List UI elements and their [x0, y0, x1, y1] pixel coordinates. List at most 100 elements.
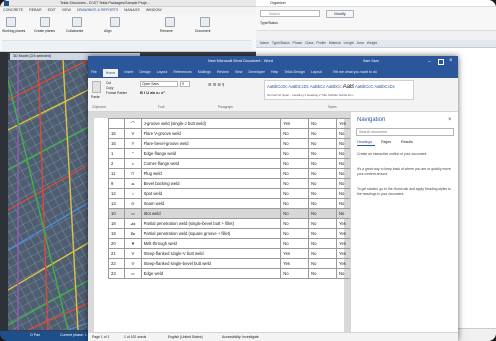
cell-col2[interactable]: No [308, 188, 338, 199]
row-number[interactable]: 23 [107, 268, 126, 279]
minimize-icon[interactable]: – [428, 59, 434, 65]
working-planes-icon[interactable] [6, 17, 16, 27]
cell-col1[interactable]: No [280, 208, 310, 219]
weld-name[interactable]: J-groove weld (single-J butt weld) [140, 118, 282, 129]
cell-col1[interactable]: Yes [280, 248, 310, 259]
col-profile[interactable]: Profile [316, 41, 326, 45]
organizer-search-input[interactable]: Search [260, 10, 320, 17]
row-number[interactable]: 11 [107, 168, 126, 179]
cell-col1[interactable]: No [280, 238, 310, 249]
tab-view[interactable]: View [235, 70, 243, 74]
paste-icon[interactable] [92, 81, 101, 93]
cell-col1[interactable]: No [280, 268, 310, 279]
col-type[interactable]: Type/Status [272, 41, 290, 45]
tab-insert[interactable]: Insert [124, 70, 133, 74]
cell-col3[interactable]: No [336, 128, 350, 139]
row-number[interactable]: 16 [107, 128, 126, 139]
create-planes-icon[interactable] [40, 17, 50, 27]
tab-file[interactable]: File [91, 70, 97, 74]
tab-design[interactable]: Design [139, 70, 150, 74]
col-area[interactable]: Area [357, 41, 364, 45]
weld-symbol[interactable]: ⊿▸ [124, 218, 142, 229]
navigation-close-icon[interactable]: × [448, 117, 454, 123]
cell-col2[interactable]: No [308, 268, 338, 279]
cell-col2[interactable]: No [308, 138, 338, 149]
cell-col1[interactable]: No [280, 198, 310, 209]
col-phase[interactable]: Phase [293, 41, 303, 45]
cell-col3[interactable]: No [336, 208, 350, 219]
row-number[interactable]: 21 [107, 248, 126, 259]
col-length[interactable]: Length [344, 41, 354, 45]
close-icon[interactable]: × [449, 58, 455, 64]
style-preview-no-spacing[interactable]: AaBbCcDc [288, 84, 308, 89]
tab-references[interactable]: References [173, 70, 191, 74]
style-preview-heading2[interactable]: AaBbCc [326, 84, 341, 89]
tab-tekla-design[interactable]: Tekla Design [284, 70, 305, 74]
col-class[interactable]: Class [305, 41, 313, 45]
weld-name[interactable]: Partial penetration weld (single-bevel b… [140, 218, 282, 229]
weld-name[interactable]: Edge weld [140, 268, 282, 279]
cell-col1[interactable]: No [280, 218, 310, 229]
document-icon[interactable] [200, 17, 210, 27]
menu-rebar[interactable]: REBAR [29, 8, 41, 12]
status-accessibility[interactable]: Accessibility: Investigate [222, 335, 282, 340]
tab-developer[interactable]: Developer [248, 70, 264, 74]
cell-col3[interactable]: Yes [336, 218, 350, 229]
cell-col3[interactable]: Yes [336, 248, 350, 259]
weld-symbol[interactable]: ⌓ [124, 178, 142, 189]
cell-col1[interactable]: Yes [280, 118, 310, 129]
row-number[interactable]: 12 [107, 188, 126, 199]
cell-col2[interactable]: No [308, 248, 338, 259]
row-number[interactable]: 9 [107, 178, 126, 189]
cell-col1[interactable]: No [280, 188, 310, 199]
weld-symbol[interactable]: ▼ [124, 238, 142, 249]
tab-help[interactable]: Help [271, 70, 278, 74]
weld-symbol[interactable]: ○ [124, 188, 142, 199]
tab-review[interactable]: Review [217, 70, 229, 74]
row-number[interactable]: 2 [107, 158, 126, 169]
cell-col1[interactable]: No [280, 128, 310, 139]
font-size-select[interactable]: 9 [180, 81, 190, 87]
cell-col3[interactable]: No [336, 158, 350, 169]
style-preview-subtle[interactable]: AaBbCcDc [374, 84, 394, 89]
cell-col3[interactable]: No [336, 268, 350, 279]
weld-name[interactable]: Steep-flanked single-V butt weld [140, 248, 282, 259]
document-page[interactable]: ⌒ J-groove weld (single-J butt weld) Yes No… [94, 118, 350, 332]
weld-name[interactable]: Partial penetration weld (square groove … [140, 228, 282, 239]
collaborate-icon[interactable] [72, 17, 82, 27]
cell-col1[interactable]: No [280, 168, 310, 179]
cell-col1[interactable]: No [280, 178, 310, 189]
cell-col3[interactable]: No [336, 198, 350, 209]
row-number[interactable] [107, 118, 126, 129]
weld-name[interactable]: Spot weld [140, 188, 282, 199]
cell-col2[interactable]: No [308, 238, 338, 249]
cell-col2[interactable]: No [308, 198, 338, 209]
navigation-search-input[interactable]: Search document [356, 128, 454, 136]
row-number[interactable]: 18 [107, 218, 126, 229]
font-format-buttons[interactable]: B I U ab x₂ x² [140, 90, 200, 95]
cell-col2[interactable]: No [308, 208, 338, 219]
row-number[interactable]: 22 [107, 258, 126, 269]
cell-col2[interactable]: No [308, 168, 338, 179]
cell-col2[interactable]: No [308, 258, 338, 269]
cell-col2[interactable]: No [308, 158, 338, 169]
weld-name[interactable]: Plug weld [140, 168, 282, 179]
weld-symbol[interactable]: ▭ [124, 268, 142, 279]
weld-symbol[interactable]: ▭ [124, 208, 142, 219]
menu-manage[interactable]: MANAGE [124, 8, 140, 12]
weld-symbol[interactable]: ⊻▸ [124, 228, 142, 239]
tell-me-box[interactable]: Tell me what you want to do [333, 70, 377, 74]
cell-col1[interactable]: No [280, 148, 310, 159]
row-number[interactable]: 20 [107, 238, 126, 249]
weld-symbol[interactable]: ⌒ [124, 118, 142, 129]
weld-symbol[interactable]: Y [124, 138, 142, 149]
weld-name[interactable]: Edge-flange weld [140, 148, 282, 159]
weld-symbol[interactable]: ⊖ [124, 198, 142, 209]
cell-col3[interactable]: No [336, 138, 350, 149]
font-name-select[interactable]: Open Sans [140, 81, 178, 87]
cell-col2[interactable]: No [308, 118, 338, 129]
weld-name[interactable]: Melt-through weld [140, 238, 282, 249]
cell-col1[interactable]: No [280, 158, 310, 169]
tab-layout-2[interactable]: Layout [311, 70, 322, 74]
menu-drawings-reports[interactable]: DRAWINGS & REPORTS [77, 8, 118, 12]
